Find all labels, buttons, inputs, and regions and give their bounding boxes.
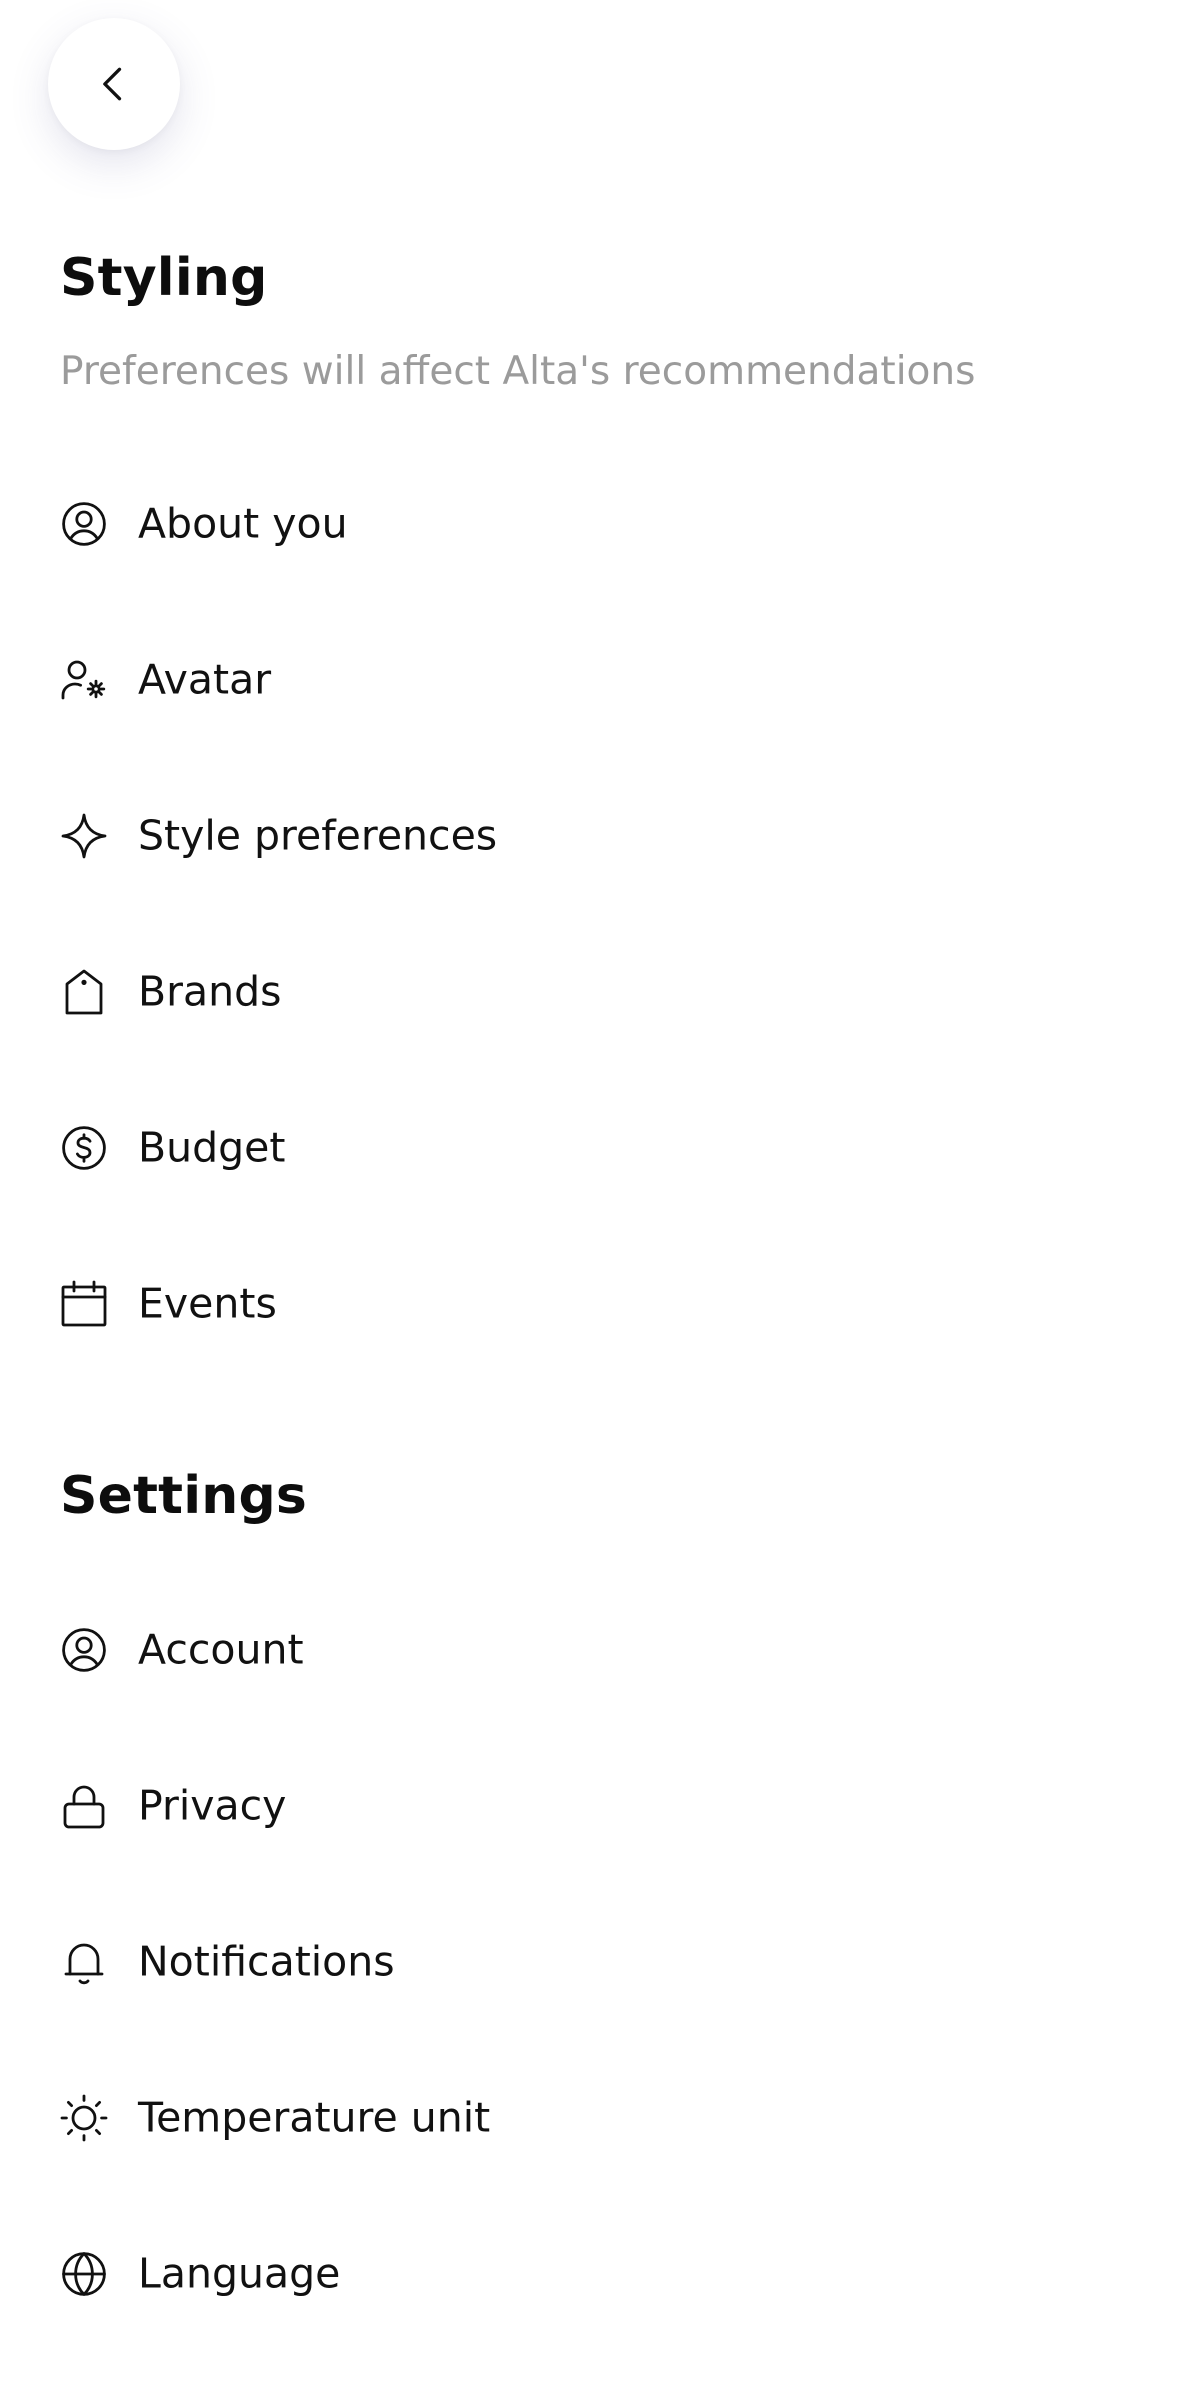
menu-item-label: About you [138, 499, 348, 548]
menu-item-budget[interactable]: Budget [0, 1070, 1179, 1226]
menu-item-events[interactable]: Events [0, 1226, 1179, 1382]
menu-item-label: Budget [138, 1123, 286, 1172]
back-button[interactable] [48, 18, 180, 150]
styling-subtitle: Preferences will affect Alta's recommend… [60, 349, 976, 394]
bell-icon [60, 1938, 108, 1986]
menu-item-label: Privacy [138, 1781, 287, 1830]
menu-item-privacy[interactable]: Privacy [0, 1728, 1179, 1884]
menu-item-label: Account [138, 1625, 304, 1674]
lock-icon [60, 1782, 108, 1830]
user-circle-icon [60, 500, 108, 548]
menu-item-label: Events [138, 1279, 277, 1328]
tag-icon [60, 968, 108, 1016]
menu-item-notifications[interactable]: Notifications [0, 1884, 1179, 2040]
menu-item-style-preferences[interactable]: Style preferences [0, 758, 1179, 914]
menu-item-account[interactable]: Account [0, 1572, 1179, 1728]
menu-item-label: Avatar [138, 655, 272, 704]
menu-item-label: Notifications [138, 1937, 395, 1986]
calendar-icon [60, 1280, 108, 1328]
styling-menu: About you Avatar Style preferences Brand… [0, 446, 1179, 1382]
menu-item-label: Style preferences [138, 811, 498, 860]
menu-item-label: Brands [138, 967, 282, 1016]
menu-item-brands[interactable]: Brands [0, 914, 1179, 1070]
menu-item-label: Temperature unit [138, 2093, 491, 2142]
sparkle-icon [60, 812, 108, 860]
user-circle-icon [60, 1626, 108, 1674]
menu-item-language[interactable]: Language [0, 2196, 1179, 2352]
dollar-circle-icon [60, 1124, 108, 1172]
menu-item-avatar[interactable]: Avatar [0, 602, 1179, 758]
settings-title: Settings [60, 1466, 308, 1526]
styling-title: Styling [60, 248, 268, 308]
user-settings-icon [60, 656, 108, 704]
menu-item-label: Language [138, 2249, 341, 2298]
menu-item-temperature-unit[interactable]: Temperature unit [0, 2040, 1179, 2196]
sun-icon [60, 2094, 108, 2142]
settings-menu: Account Privacy Notifications Temperatur… [0, 1572, 1179, 2352]
menu-item-about-you[interactable]: About you [0, 446, 1179, 602]
chevron-left-icon [103, 67, 122, 101]
globe-icon [60, 2250, 108, 2298]
